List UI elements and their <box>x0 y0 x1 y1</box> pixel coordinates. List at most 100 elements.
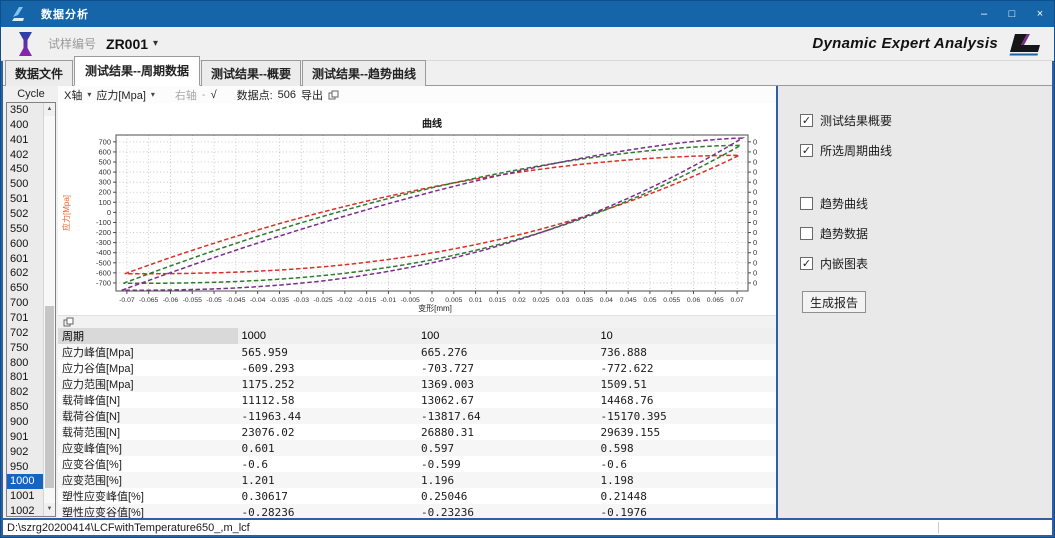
right-axis-tick-label: 0 <box>753 228 757 237</box>
cycle-list-item[interactable]: 650 <box>7 281 43 296</box>
cycle-list-item[interactable]: 602 <box>7 266 43 281</box>
cycle-list-item[interactable]: 450 <box>7 162 43 177</box>
chevron-down-icon[interactable]: ▾ <box>87 90 91 99</box>
close-button[interactable]: × <box>1026 1 1054 27</box>
cycle-list-item[interactable]: 900 <box>7 415 43 430</box>
cycle-list-item[interactable]: 1000 <box>7 474 43 489</box>
cycle-list-item[interactable]: 600 <box>7 237 43 252</box>
chart-title: 曲线 <box>422 117 442 130</box>
table-header-cycle: 10 <box>597 328 777 344</box>
row-label: 载荷范围[N] <box>58 424 238 440</box>
tab-summary[interactable]: 测试结果--概要 <box>201 60 301 86</box>
option-embedded-chart[interactable]: ✓内嵌图表 <box>800 255 1052 272</box>
scrollbar-thumb[interactable] <box>45 306 54 488</box>
right-axis-tick-label: 0 <box>753 158 757 167</box>
y-tick-label: 0 <box>107 208 111 217</box>
cycle-list-item[interactable]: 802 <box>7 385 43 400</box>
row-value: 1175.252 <box>238 376 418 392</box>
right-axis-value-dropdown[interactable]: - <box>202 89 206 101</box>
row-label: 应力峰值[Mpa] <box>58 344 238 360</box>
x-tick-label: -0.055 <box>183 297 202 304</box>
option-trend-data[interactable]: 趋势数据 <box>800 225 1052 242</box>
row-value: 0.21448 <box>597 488 777 504</box>
right-axis-tick-label: 0 <box>753 278 757 287</box>
cycle-list-item[interactable]: 601 <box>7 252 43 267</box>
row-value: 13062.67 <box>417 392 597 408</box>
copy-icon[interactable] <box>328 90 339 100</box>
cycle-list-item[interactable]: 401 <box>7 133 43 148</box>
minimize-button[interactable]: – <box>970 1 998 27</box>
row-value: 0.25046 <box>417 488 597 504</box>
cycle-list-item[interactable]: 502 <box>7 207 43 222</box>
cycle-list-item[interactable]: 950 <box>7 460 43 475</box>
table-toolbar <box>58 315 776 328</box>
cycle-list-item[interactable]: 750 <box>7 341 43 356</box>
checkbox-label: 趋势数据 <box>820 225 868 242</box>
sample-dropdown-caret-icon[interactable]: ▾ <box>153 38 158 49</box>
checkbox-embedded-chart[interactable]: ✓ <box>800 257 813 270</box>
scroll-up-icon[interactable]: ▲ <box>44 103 55 116</box>
x-tick-label: 0.055 <box>663 297 680 304</box>
cycle-list-item[interactable]: 550 <box>7 222 43 237</box>
export-button[interactable]: 导出 <box>301 87 323 103</box>
tab-cycle-data[interactable]: 测试结果--周期数据 <box>74 56 200 86</box>
y-tick-label: -300 <box>96 238 111 247</box>
content: Cycle 3504004014024505005015025506006016… <box>3 86 1052 518</box>
tab-bar: 数据文件测试结果--周期数据测试结果--概要测试结果--趋势曲线 <box>3 61 1052 86</box>
x-tick-label: -0.035 <box>270 297 289 304</box>
sample-number-value[interactable]: ZR001 <box>106 36 148 52</box>
cycle-list-item[interactable]: 1001 <box>7 489 43 504</box>
checkbox-selected-cycle-curve[interactable]: ✓ <box>800 144 813 157</box>
row-value: -0.28236 <box>238 504 418 518</box>
cycle-list-item[interactable]: 800 <box>7 356 43 371</box>
cycle-list-item[interactable]: 700 <box>7 296 43 311</box>
x-tick-label: -0.01 <box>381 297 397 304</box>
y-tick-label: 500 <box>98 158 111 167</box>
cycle-list-item[interactable]: 400 <box>7 118 43 133</box>
checkbox-trend-curve[interactable] <box>800 197 813 210</box>
cycle-list-scrollbar[interactable]: ▲ ▼ <box>43 103 55 516</box>
tab-data-file[interactable]: 数据文件 <box>5 60 73 86</box>
row-value: -0.6 <box>597 456 777 472</box>
checkbox-test-summary[interactable]: ✓ <box>800 114 813 127</box>
row-value: 0.601 <box>238 440 418 456</box>
cycle-list-item[interactable]: 1002 <box>7 504 43 517</box>
main-frame: 数据文件测试结果--周期数据测试结果--概要测试结果--趋势曲线 Cycle 3… <box>1 61 1054 537</box>
right-axis-tick-label: 0 <box>753 198 757 207</box>
chevron-down-icon[interactable]: ▾ <box>151 90 155 99</box>
table-row: 应力谷值[Mpa]-609.293-703.727-772.622 <box>58 360 776 376</box>
option-selected-cycle-curve[interactable]: ✓所选周期曲线 <box>800 142 1052 159</box>
generate-report-button[interactable]: 生成报告 <box>802 291 866 313</box>
cycle-list-item[interactable]: 701 <box>7 311 43 326</box>
cycle-list-item[interactable]: 500 <box>7 177 43 192</box>
cycle-list-item[interactable]: 850 <box>7 400 43 415</box>
apply-check-button[interactable]: √ <box>211 89 217 101</box>
sample-number-label: 试样编号 <box>48 35 96 52</box>
cycle-list-item[interactable]: 902 <box>7 445 43 460</box>
maximize-button[interactable]: □ <box>998 1 1026 27</box>
cycle-list-item[interactable]: 402 <box>7 148 43 163</box>
x-tick-label: 0.065 <box>707 297 724 304</box>
copy-icon[interactable] <box>63 317 74 327</box>
row-value: -13817.64 <box>417 408 597 424</box>
row-value: -0.1976 <box>597 504 777 518</box>
x-axis-value-dropdown[interactable]: 应力[Mpa] <box>96 87 146 103</box>
scrollbar-track[interactable] <box>44 116 55 503</box>
x-axis-dropdown[interactable]: X轴 <box>64 87 82 103</box>
option-test-summary[interactable]: ✓测试结果概要 <box>800 112 1052 129</box>
x-tick-label: -0.065 <box>139 297 158 304</box>
row-value: -772.622 <box>597 360 777 376</box>
row-value: -609.293 <box>238 360 418 376</box>
scroll-down-icon[interactable]: ▼ <box>44 503 55 516</box>
tab-trend-curve[interactable]: 测试结果--趋势曲线 <box>302 60 426 86</box>
option-trend-curve[interactable]: 趋势曲线 <box>800 195 1052 212</box>
cycle-list-item[interactable]: 501 <box>7 192 43 207</box>
cycle-list-item[interactable]: 350 <box>7 103 43 118</box>
checkbox-trend-data[interactable] <box>800 227 813 240</box>
x-tick-label: 0.035 <box>576 297 593 304</box>
results-table: 周期100010010应力峰值[Mpa]565.959665.276736.88… <box>58 328 776 518</box>
cycle-list-item[interactable]: 901 <box>7 430 43 445</box>
cycle-list-item[interactable]: 801 <box>7 370 43 385</box>
x-tick-label: -0.02 <box>337 297 353 304</box>
cycle-list-item[interactable]: 702 <box>7 326 43 341</box>
